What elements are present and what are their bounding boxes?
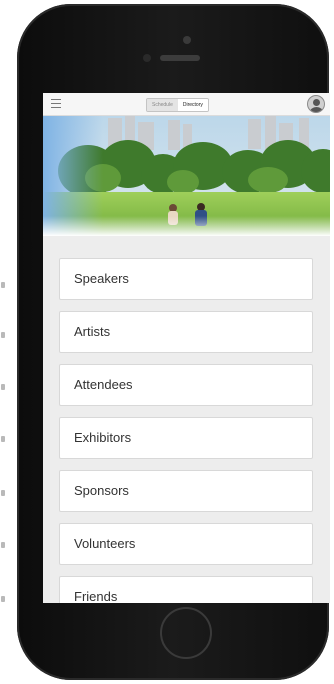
volume-up-button (31, 142, 37, 186)
app-screen: Schedule Directory Speakers Artists Atte… (43, 93, 330, 603)
proximity-sensor (143, 54, 151, 62)
edge-mark (1, 542, 5, 548)
volume-down-button (31, 200, 37, 244)
hamburger-menu-icon[interactable] (51, 99, 61, 108)
directory-item-sponsors[interactable]: Sponsors (59, 470, 313, 512)
directory-item-friends[interactable]: Friends (59, 576, 313, 603)
tab-schedule[interactable]: Schedule (147, 99, 178, 111)
mute-switch (31, 92, 37, 114)
view-toggle: Schedule Directory (146, 98, 209, 112)
edge-mark (1, 384, 5, 390)
user-avatar-icon[interactable] (307, 95, 325, 113)
edge-mark (1, 436, 5, 442)
directory-item-exhibitors[interactable]: Exhibitors (59, 417, 313, 459)
directory-item-attendees[interactable]: Attendees (59, 364, 313, 406)
tab-directory[interactable]: Directory (177, 99, 208, 111)
directory-item-volunteers[interactable]: Volunteers (59, 523, 313, 565)
home-button[interactable] (160, 607, 212, 659)
edge-mark (1, 282, 5, 288)
earpiece-speaker (160, 55, 200, 61)
directory-item-artists[interactable]: Artists (59, 311, 313, 353)
edge-mark (1, 490, 5, 496)
top-bar: Schedule Directory (43, 93, 330, 116)
front-camera (183, 36, 191, 44)
hero-image (43, 116, 330, 236)
edge-mark (1, 596, 5, 602)
directory-item-speakers[interactable]: Speakers (59, 258, 313, 300)
edge-mark (1, 332, 5, 338)
